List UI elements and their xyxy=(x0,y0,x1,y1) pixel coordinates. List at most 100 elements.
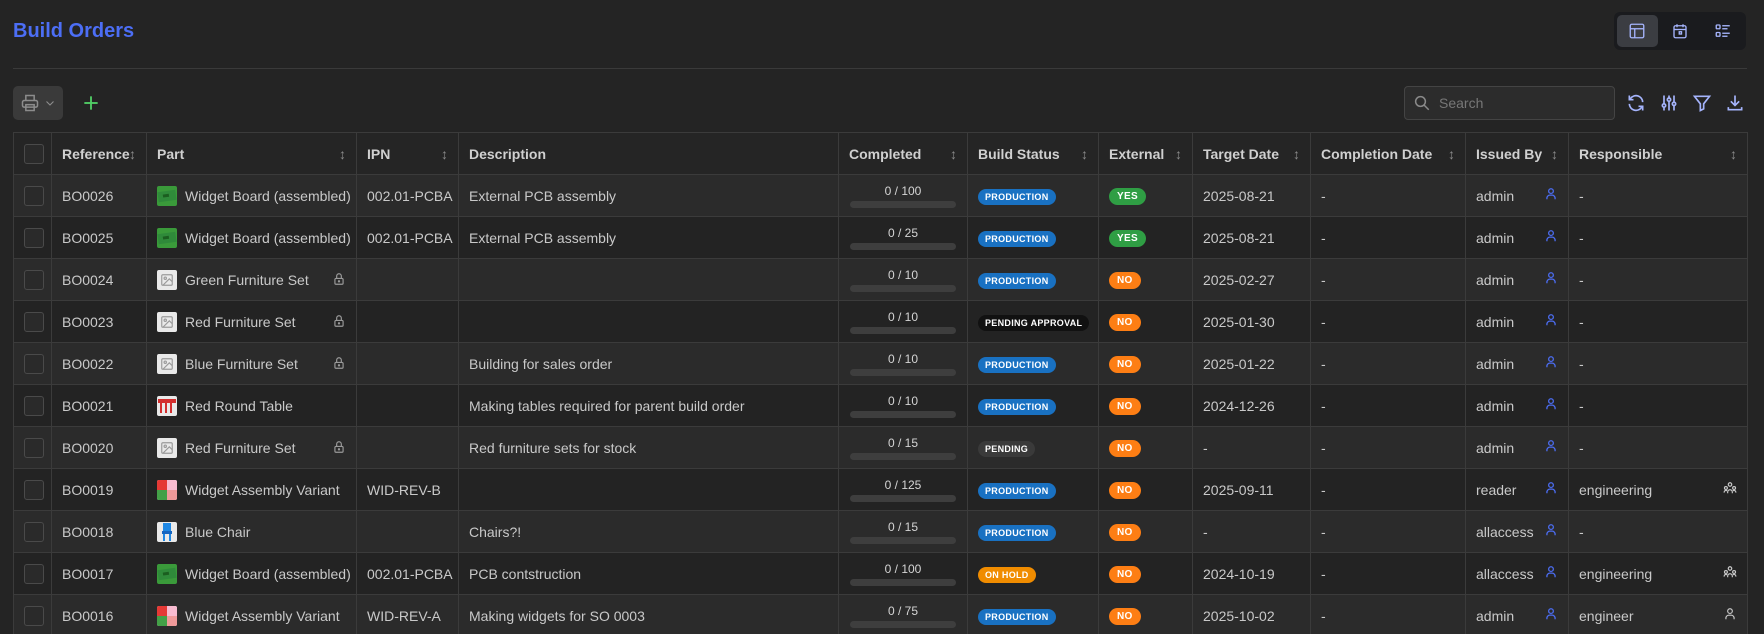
responsible-text: engineering xyxy=(1579,481,1653,498)
reference-text[interactable]: BO0026 xyxy=(62,188,113,204)
sort-icon[interactable]: ↕ xyxy=(339,146,346,162)
reference-cell: BO0023 xyxy=(51,300,147,343)
group-icon xyxy=(1723,565,1737,582)
description-cell: Building for sales order xyxy=(458,342,839,385)
sort-icon[interactable]: ↕ xyxy=(1175,146,1182,162)
reference-text[interactable]: BO0020 xyxy=(62,440,113,456)
print-button[interactable] xyxy=(13,86,63,120)
external-cell: NO xyxy=(1098,384,1193,427)
add-build-order-button[interactable] xyxy=(77,89,105,117)
target-date-cell: 2024-10-19 xyxy=(1192,552,1311,595)
column-header-completed[interactable]: Completed ↕ xyxy=(838,132,968,175)
row-checkbox[interactable] xyxy=(24,269,44,290)
column-header-external[interactable]: External ↕ xyxy=(1098,132,1193,175)
row-checkbox[interactable] xyxy=(24,185,44,206)
calendar-view-button[interactable] xyxy=(1660,15,1701,47)
table-row[interactable]: BO0023 Red Furniture Set 0 / 10 PENDING … xyxy=(13,300,1748,343)
sort-icon[interactable]: ↕ xyxy=(1730,146,1737,162)
row-checkbox[interactable] xyxy=(24,395,44,416)
download-button[interactable] xyxy=(1721,89,1748,117)
reference-text[interactable]: BO0025 xyxy=(62,230,113,246)
row-checkbox[interactable] xyxy=(24,479,44,500)
column-header-build-status[interactable]: Build Status ↕ xyxy=(967,132,1099,175)
table-row[interactable]: BO0022 Blue Furniture Set Building for s… xyxy=(13,342,1748,385)
column-header-responsible[interactable]: Responsible ↕ xyxy=(1568,132,1748,175)
target-date-text: 2025-01-30 xyxy=(1203,313,1275,330)
table-row[interactable]: BO0024 Green Furniture Set 0 / 10 PRODUC… xyxy=(13,258,1748,301)
part-name[interactable]: Blue Chair xyxy=(185,524,250,540)
issued-by-cell: admin xyxy=(1465,216,1569,259)
part-thumbnail xyxy=(157,395,177,416)
part-name[interactable]: Red Furniture Set xyxy=(185,440,296,456)
reference-text[interactable]: BO0021 xyxy=(62,398,113,414)
sort-icon[interactable]: ↕ xyxy=(1293,146,1300,162)
row-checkbox[interactable] xyxy=(24,563,44,584)
part-name[interactable]: Widget Board (assembled) xyxy=(185,230,351,246)
description-text: Building for sales order xyxy=(469,355,613,372)
completion-date-text: - xyxy=(1321,397,1326,414)
table-row[interactable]: BO0019 Widget Assembly Variant WID-REV-B… xyxy=(13,468,1748,511)
table-row[interactable]: BO0021 Red Round Table Making tables req… xyxy=(13,384,1748,427)
part-name[interactable]: Widget Board (assembled) xyxy=(185,188,351,204)
search-input[interactable] xyxy=(1439,95,1599,111)
issued-by-cell: admin xyxy=(1465,426,1569,469)
table-row[interactable]: BO0020 Red Furniture Set Red furniture s… xyxy=(13,426,1748,469)
refresh-button[interactable] xyxy=(1622,89,1649,117)
row-checkbox[interactable] xyxy=(24,353,44,374)
table-view-button[interactable] xyxy=(1617,15,1658,47)
progress-label: 0 / 10 xyxy=(887,309,919,324)
table-row[interactable]: BO0018 Blue Chair Chairs?! 0 / 15 PRODUC… xyxy=(13,510,1748,553)
list-view-button[interactable] xyxy=(1702,15,1743,47)
row-checkbox[interactable] xyxy=(24,311,44,332)
part-cell: Red Round Table xyxy=(146,384,357,427)
row-checkbox[interactable] xyxy=(24,437,44,458)
completion-date-text: - xyxy=(1321,481,1326,498)
column-header-description[interactable]: Description xyxy=(458,132,839,175)
table-row[interactable]: BO0016 Widget Assembly Variant WID-REV-A… xyxy=(13,594,1748,634)
reference-text[interactable]: BO0017 xyxy=(62,566,113,582)
part-name[interactable]: Blue Furniture Set xyxy=(185,356,298,372)
reference-text[interactable]: BO0022 xyxy=(62,356,113,372)
column-header-completion-date[interactable]: Completion Date ↕ xyxy=(1310,132,1466,175)
sort-icon[interactable]: ↕ xyxy=(441,146,448,162)
reference-text[interactable]: BO0023 xyxy=(62,314,113,330)
sort-icon[interactable]: ↕ xyxy=(1448,146,1455,162)
build-status-cell: PRODUCTION xyxy=(967,342,1099,385)
select-all-checkbox[interactable] xyxy=(24,143,44,164)
progress-bar xyxy=(850,578,956,586)
row-checkbox[interactable] xyxy=(24,227,44,248)
completion-date-cell: - xyxy=(1310,426,1466,469)
part-thumbnail xyxy=(157,227,177,248)
sort-icon[interactable]: ↕ xyxy=(1551,146,1558,162)
column-settings-button[interactable] xyxy=(1655,89,1682,117)
column-header-issued-by[interactable]: Issued By ↕ xyxy=(1465,132,1569,175)
part-name[interactable]: Widget Assembly Variant xyxy=(185,608,340,624)
sort-icon[interactable]: ↕ xyxy=(950,146,957,162)
ipn-cell: WID-REV-B xyxy=(356,468,459,511)
filter-button[interactable] xyxy=(1688,89,1715,117)
reference-text[interactable]: BO0024 xyxy=(62,272,113,288)
part-name[interactable]: Red Round Table xyxy=(185,398,293,414)
progress-label: 0 / 125 xyxy=(884,477,922,492)
row-checkbox[interactable] xyxy=(24,521,44,542)
ipn-cell: 002.01-PCBA xyxy=(356,216,459,259)
table-row[interactable]: BO0025 Widget Board (assembled) 002.01-P… xyxy=(13,216,1748,259)
sort-icon[interactable]: ↕ xyxy=(1081,146,1088,162)
part-name[interactable]: Widget Assembly Variant xyxy=(185,482,340,498)
column-header-target-date[interactable]: Target Date ↕ xyxy=(1192,132,1311,175)
part-name[interactable]: Green Furniture Set xyxy=(185,272,309,288)
column-header-part[interactable]: Part ↕ xyxy=(146,132,357,175)
row-checkbox[interactable] xyxy=(24,605,44,626)
reference-text[interactable]: BO0019 xyxy=(62,482,113,498)
part-name[interactable]: Red Furniture Set xyxy=(185,314,296,330)
part-name[interactable]: Widget Board (assembled) xyxy=(185,566,351,582)
external-badge: NO xyxy=(1109,398,1141,415)
column-header-ipn[interactable]: IPN ↕ xyxy=(356,132,459,175)
table-row[interactable]: BO0026 Widget Board (assembled) 002.01-P… xyxy=(13,174,1748,217)
reference-text[interactable]: BO0016 xyxy=(62,608,113,624)
sort-icon[interactable]: ↕ xyxy=(129,146,136,162)
column-header-reference[interactable]: Reference ↕ xyxy=(51,132,147,175)
table-row[interactable]: BO0017 Widget Board (assembled) 002.01-P… xyxy=(13,552,1748,595)
reference-text[interactable]: BO0018 xyxy=(62,524,113,540)
user-icon xyxy=(1544,397,1558,414)
